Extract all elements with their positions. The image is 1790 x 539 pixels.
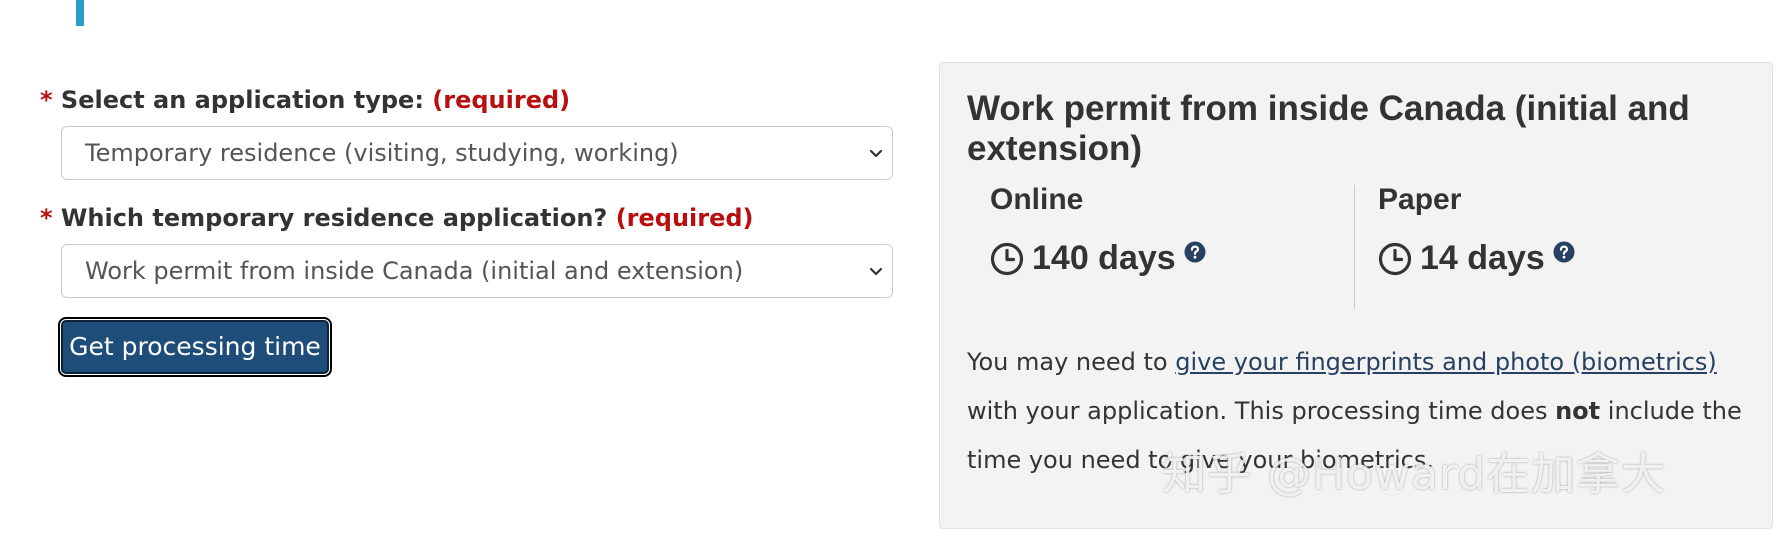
biometrics-link[interactable]: give your fingerprints and photo (biomet…: [1175, 348, 1717, 376]
online-time-row: 140 days: [990, 239, 1206, 278]
question-circle-icon[interactable]: [1553, 241, 1575, 263]
paper-time-value: 14 days: [1420, 239, 1545, 277]
online-time-value: 140 days: [1032, 239, 1176, 277]
temporary-residence-application-label: * Which temporary residence application?…: [40, 204, 900, 232]
clock-icon: [990, 242, 1024, 275]
online-heading: Online: [990, 183, 1084, 216]
paper-time-row: 14 days: [1378, 239, 1575, 278]
temporary-residence-application-select[interactable]: Work permit from inside Canada (initial …: [61, 244, 893, 298]
paper-processing-time: Paper 14 days: [1378, 183, 1575, 278]
note-middle: with your application. This processing t…: [967, 397, 1556, 425]
application-type-select[interactable]: Temporary residence (visiting, studying,…: [61, 126, 893, 180]
chevron-down-icon: [869, 149, 883, 158]
required-star: *: [40, 86, 53, 114]
required-star: *: [40, 204, 53, 232]
processing-time-form: * Select an application type: (required)…: [40, 86, 900, 377]
required-indicator: (required): [615, 204, 754, 232]
clock-icon: [1378, 242, 1412, 275]
note-emphasis: not: [1555, 397, 1601, 425]
chevron-down-icon: [869, 267, 883, 276]
get-processing-time-button[interactable]: Get processing time: [58, 317, 332, 377]
watermark: 知乎 @Howard在加拿大: [1162, 449, 1667, 500]
top-accent-bar: [76, 0, 84, 26]
result-title: Work permit from inside Canada (initial …: [967, 89, 1690, 168]
temporary-residence-application-label-text: Which temporary residence application?: [60, 204, 608, 232]
required-indicator: (required): [432, 86, 571, 114]
application-type-selected-value: Temporary residence (visiting, studying,…: [85, 139, 679, 167]
note-prefix: You may need to: [967, 348, 1176, 376]
paper-heading: Paper: [1378, 183, 1462, 216]
online-processing-time: Online 140 days: [990, 183, 1206, 278]
question-circle-icon[interactable]: [1184, 241, 1206, 263]
application-type-label: * Select an application type: (required): [40, 86, 900, 114]
column-divider: [1354, 185, 1355, 309]
application-type-label-text: Select an application type:: [60, 86, 424, 114]
temporary-residence-application-selected-value: Work permit from inside Canada (initial …: [85, 257, 744, 285]
